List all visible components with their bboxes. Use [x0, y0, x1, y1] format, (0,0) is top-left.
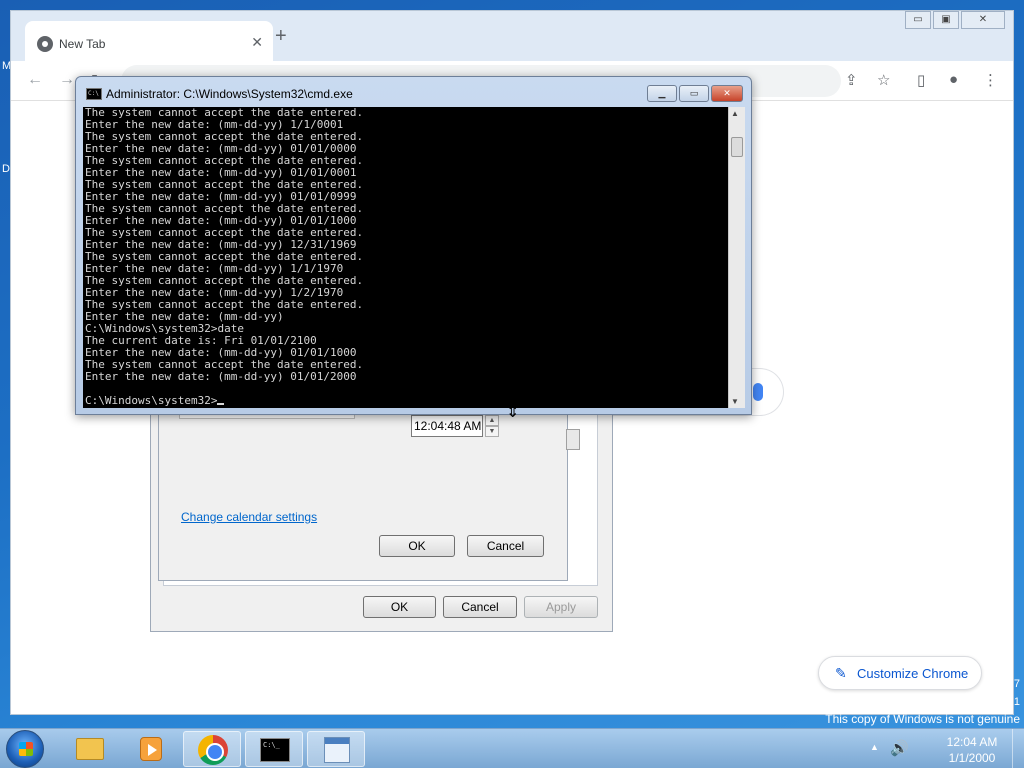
- show-desktop-button[interactable]: [1012, 729, 1024, 768]
- forward-arrow-icon[interactable]: →: [59, 71, 75, 89]
- cmd-scrollbar[interactable]: ▲ ▼: [728, 107, 745, 408]
- clock-date[interactable]: 1/1/2000: [940, 751, 1004, 765]
- media-player-icon: [140, 737, 162, 761]
- back-arrow-icon[interactable]: ←: [27, 71, 43, 89]
- time-spin-down-icon[interactable]: ▼: [485, 426, 499, 437]
- windows-logo-icon: [19, 742, 33, 756]
- minimize-button[interactable]: ▁: [647, 85, 677, 102]
- tab-close-icon[interactable]: ✕: [251, 34, 263, 51]
- bookmark-star-icon[interactable]: ☆: [877, 71, 890, 89]
- side-panel-icon[interactable]: ▯: [917, 71, 925, 89]
- cmd-console-output[interactable]: The system cannot accept the date entere…: [83, 107, 728, 408]
- cmd-app-icon: C:\: [86, 88, 102, 100]
- scroll-up-icon[interactable]: ▲: [731, 109, 739, 118]
- apply-button[interactable]: Apply: [524, 596, 598, 618]
- cmd-window-title: Administrator: C:\Windows\System32\cmd.e…: [106, 87, 353, 101]
- cancel-button[interactable]: Cancel: [443, 596, 517, 618]
- taskbar-explorer[interactable]: [60, 731, 118, 767]
- cmd-window-controls: ▁ ▭ ✕: [645, 85, 743, 102]
- chrome-favicon-icon: [37, 36, 53, 52]
- date-time-settings-dialog: 12:04:48 AM ▲ ▼ Change calendar settings…: [158, 395, 568, 581]
- volume-icon[interactable]: 🔊: [890, 739, 909, 757]
- cmd-output-line: C:\Windows\system32>: [83, 395, 728, 407]
- taskbar-media-player[interactable]: [120, 731, 178, 767]
- time-spin-up-icon[interactable]: ▲: [485, 415, 499, 426]
- calendar-clock-icon: [324, 737, 350, 763]
- text-cursor: [217, 403, 225, 405]
- watermark-build-number: 7: [1013, 678, 1020, 690]
- scroll-down-icon[interactable]: ▼: [731, 397, 739, 406]
- taskbar-cmd[interactable]: C:\_: [245, 731, 303, 767]
- cmd-output-line: Enter the new date: (mm-dd-yy) 01/01/200…: [85, 370, 357, 383]
- dialog-edge-control: [566, 429, 580, 450]
- chrome-titlebar: New Tab ✕ + ▭ ▣ ✕: [11, 11, 1013, 61]
- customize-chrome-label: Customize Chrome: [857, 666, 969, 681]
- resize-cursor-icon: ⇕: [506, 404, 520, 421]
- show-hidden-icons-icon[interactable]: ▲: [870, 742, 879, 752]
- chrome-icon: [198, 735, 228, 765]
- genuine-watermark: This copy of Windows is not genuine: [825, 712, 1020, 726]
- cmd-icon: C:\_: [260, 738, 290, 762]
- tab-title: New Tab: [59, 37, 106, 51]
- tab-new-tab[interactable]: New Tab ✕: [25, 21, 273, 61]
- minimize-button[interactable]: ▭: [905, 11, 931, 29]
- ok-button[interactable]: OK: [363, 596, 436, 618]
- customize-chrome-button[interactable]: ✎ Customize Chrome: [818, 656, 982, 690]
- folder-icon: [76, 738, 104, 760]
- maximize-button[interactable]: ▣: [933, 11, 959, 29]
- close-button[interactable]: ✕: [711, 85, 743, 102]
- cmd-window: C:\ Administrator: C:\Windows\System32\c…: [75, 76, 752, 415]
- taskbar-chrome[interactable]: [183, 731, 241, 767]
- pencil-icon: ✎: [835, 665, 847, 681]
- start-button[interactable]: [6, 730, 44, 768]
- maximize-button[interactable]: ▭: [679, 85, 709, 102]
- watermark-build-number: 1: [1013, 696, 1020, 708]
- time-input[interactable]: 12:04:48 AM: [411, 415, 483, 437]
- new-tab-button[interactable]: +: [275, 25, 287, 48]
- chrome-window-controls: ▭ ▣ ✕: [903, 11, 1005, 29]
- scroll-thumb[interactable]: [731, 137, 743, 157]
- taskbar: C:\_ ▲ 🔊 12:04 AM 1/1/2000: [0, 728, 1024, 768]
- change-calendar-settings-link[interactable]: Change calendar settings: [181, 510, 317, 524]
- cancel-button[interactable]: Cancel: [467, 535, 544, 557]
- close-button[interactable]: ✕: [961, 11, 1005, 29]
- chrome-menu-icon[interactable]: ⋮: [983, 71, 998, 89]
- desktop-icon-label: D: [2, 163, 10, 175]
- clock-time[interactable]: 12:04 AM: [940, 735, 1004, 749]
- share-icon[interactable]: ⇪: [845, 71, 858, 89]
- microphone-icon[interactable]: [753, 383, 763, 401]
- profile-avatar-icon[interactable]: ●: [949, 71, 958, 88]
- ok-button[interactable]: OK: [379, 535, 455, 557]
- taskbar-date-time[interactable]: [307, 731, 365, 767]
